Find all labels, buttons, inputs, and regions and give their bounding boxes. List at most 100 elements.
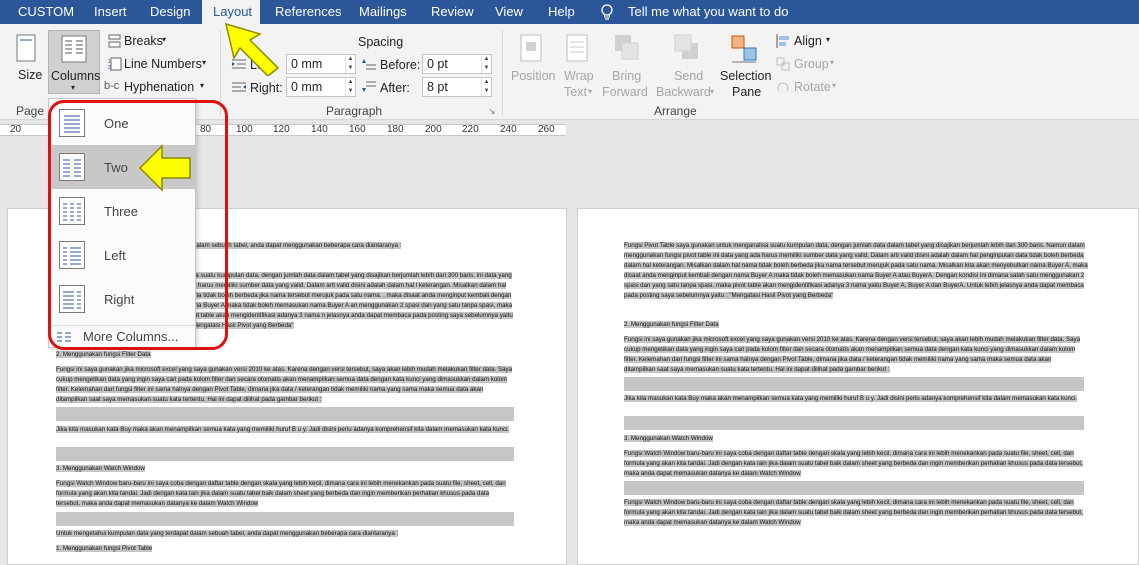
ruler-number: 180 <box>387 124 404 135</box>
page2-paragraph: Fungsi Watch Window baru-baru ini saya c… <box>624 450 1083 477</box>
document-page-2[interactable]: Fungsi Pivot Table saya gunakan untuk me… <box>577 208 1139 565</box>
chevron-down-icon: ▾ <box>826 35 831 44</box>
tab-layout[interactable]: Layout <box>202 0 260 24</box>
group-button[interactable]: Group ▾ <box>776 55 846 73</box>
send-backward-label-2: Backward <box>656 85 711 99</box>
spinner-arrows-icon[interactable]: ▲ ▼ <box>481 55 491 73</box>
bring-forward-label-1: Bring <box>612 69 642 83</box>
page1-heading: 2. Menggunakan fungsi Filter Data <box>56 351 151 358</box>
tab-mailings[interactable]: Mailings <box>350 0 416 24</box>
tab-view[interactable]: View <box>486 0 532 24</box>
ruler-number: 260 <box>538 124 555 135</box>
send-backward-label-1: Send <box>674 69 704 83</box>
tab-review[interactable]: Review <box>422 0 478 24</box>
lightbulb-icon <box>601 4 613 20</box>
bring-forward-icon <box>615 35 639 60</box>
size-label: Size <box>18 68 43 82</box>
chevron-down-icon: ▾ <box>71 83 76 92</box>
tab-insert[interactable]: Insert <box>84 0 132 24</box>
chevron-down-icon: ▾ <box>200 81 205 90</box>
breaks-button[interactable]: Breaks ▾ <box>108 32 208 50</box>
selection-pane-button[interactable]: Selection Pane <box>718 32 772 102</box>
hyphenation-button[interactable]: b-c Hyphenation ▾ <box>104 78 212 96</box>
page1-paragraph: Fungsi ini saya gunakan jika microsoft e… <box>56 366 513 403</box>
wrap-text-icon <box>566 34 588 62</box>
selection-pane-label-1: Selection <box>720 69 772 83</box>
tab-custom[interactable]: CUSTOM <box>10 0 76 24</box>
ruler-number: 140 <box>311 124 328 135</box>
chevron-down-icon: ▾ <box>202 58 207 67</box>
tab-label: Mailings <box>359 4 407 19</box>
wrap-text-label-2: Text <box>564 85 587 99</box>
align-label: Align <box>794 34 822 48</box>
size-button[interactable]: Size <box>2 34 43 94</box>
spinner-arrows-icon[interactable]: ▲ ▼ <box>345 55 355 73</box>
yellow-arrow-icon <box>138 144 191 192</box>
dialog-launcher-icon[interactable]: ↘ <box>488 106 496 117</box>
tab-design[interactable]: Design <box>140 0 198 24</box>
page1-paragraph: alisa suatu kumpulan data, dengan jumlah… <box>186 272 513 329</box>
indent-left-value: 0 mm <box>291 57 323 71</box>
hyphenation-icon: b-c <box>104 80 120 92</box>
breaks-icon <box>108 34 121 48</box>
align-button[interactable]: Align ▾ <box>776 32 846 50</box>
rotate-label: Rotate <box>794 80 831 94</box>
ruler-number: 200 <box>425 124 442 135</box>
position-button[interactable]: Position <box>510 32 556 102</box>
wrap-text-label-1: Wrap <box>564 69 594 83</box>
chevron-down-icon: ▾ <box>588 87 593 96</box>
tab-label: Design <box>150 4 191 19</box>
position-icon <box>520 34 542 62</box>
tab-label: Layout <box>213 4 253 19</box>
chevron-down-icon: ▾ <box>830 58 835 67</box>
selection-pane-label-2: Pane <box>732 85 762 99</box>
tell-me-label: Tell me what you want to do <box>628 4 789 19</box>
columns-label: Columns <box>51 69 101 83</box>
tab-label: Help <box>548 4 575 19</box>
indent-right-icon <box>232 82 246 92</box>
selection-pane-icon <box>731 35 757 63</box>
page2-paragraph: Fungsi ini saya gunakan jika microsoft e… <box>624 336 1081 373</box>
line-numbers-button[interactable]: 12 Line Numbers ▾ <box>108 55 212 73</box>
page1-paragraph: at dalam sebuah tabel, anda dapat menggu… <box>186 242 402 249</box>
position-label: Position <box>511 69 556 83</box>
indent-right-value: 0 mm <box>291 80 323 94</box>
wrap-text-button[interactable]: Wrap Text ▾ <box>560 32 596 102</box>
page1-heading: 3. Menggunakan Watch Window <box>56 465 145 472</box>
align-icon <box>776 34 789 48</box>
chevron-down-icon: ▾ <box>710 87 715 96</box>
page2-heading: 2. Menggunakan fungsi Filter Data <box>624 321 719 328</box>
ruler-number: 220 <box>462 124 479 135</box>
image-placeholder <box>624 481 1084 495</box>
arrange-group-label: Arrange <box>654 104 697 118</box>
indent-left-input[interactable]: 0 mm ▲ ▼ <box>286 54 356 74</box>
tab-references[interactable]: References <box>266 0 346 24</box>
image-placeholder <box>624 377 1084 391</box>
ruler-number: 240 <box>500 124 517 135</box>
group-objects-icon <box>776 57 790 71</box>
spacing-header: Spacing <box>358 35 404 49</box>
spacing-after-input[interactable]: 8 pt ▲ ▼ <box>422 77 492 97</box>
svg-text:2: 2 <box>108 65 111 71</box>
tab-label: References <box>275 4 342 19</box>
page1-heading: 1. Menggunakan fungsi Pivot Table <box>56 545 153 552</box>
chevron-down-icon: ▾ <box>832 81 837 90</box>
indent-right-label: Right: <box>250 81 283 95</box>
rotate-button[interactable]: Rotate ▾ <box>776 78 846 96</box>
spacing-before-input[interactable]: 0 pt ▲ ▼ <box>422 54 492 74</box>
bring-forward-label-2: Forward <box>602 85 648 99</box>
columns-button[interactable]: Columns ▾ <box>48 30 100 94</box>
tab-help[interactable]: Help <box>540 0 582 24</box>
paragraph-group-label: Paragraph <box>326 104 383 118</box>
tab-label: View <box>495 4 523 19</box>
ruler-number: 160 <box>349 124 366 135</box>
line-numbers-icon: 12 <box>108 57 122 71</box>
tab-label: Insert <box>94 4 127 19</box>
rotate-icon <box>777 82 789 92</box>
spinner-arrows-icon[interactable]: ▲ ▼ <box>345 78 355 96</box>
page2-heading: 3. Menggunakan Watch Window <box>624 435 713 442</box>
send-backward-button[interactable]: Send Backward ▾ <box>656 32 718 102</box>
spinner-arrows-icon[interactable]: ▲ ▼ <box>481 78 491 96</box>
indent-right-input[interactable]: 0 mm ▲ ▼ <box>286 77 356 97</box>
bring-forward-button[interactable]: Bring Forward <box>602 32 656 102</box>
